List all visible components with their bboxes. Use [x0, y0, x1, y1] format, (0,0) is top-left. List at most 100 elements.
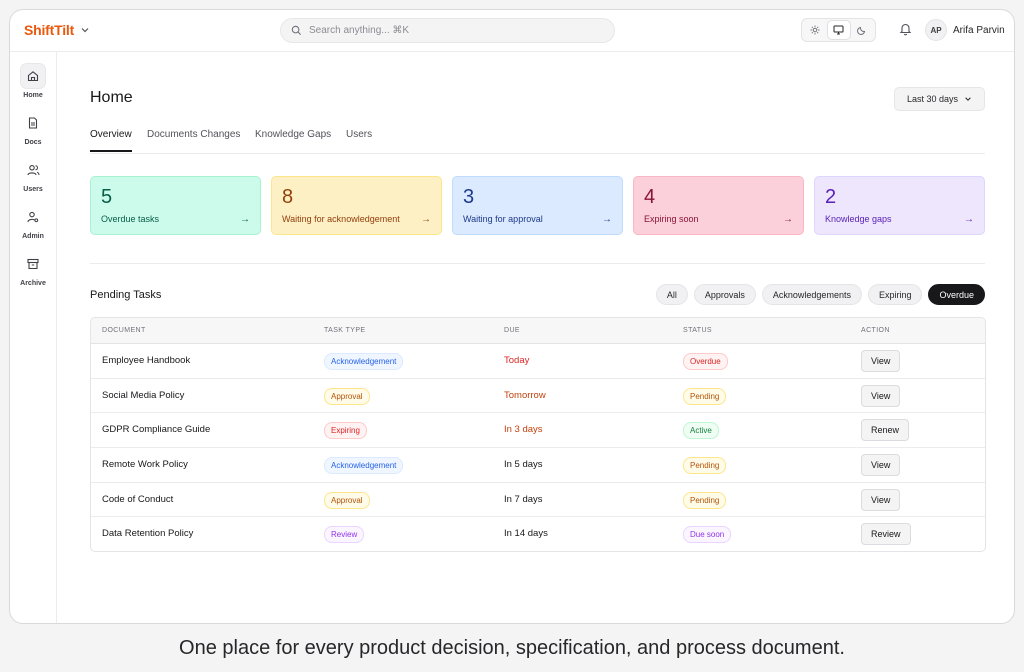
knowledge-gaps-card[interactable]: 2 Knowledge gaps →: [814, 176, 985, 235]
status-badge: Overdue: [683, 353, 728, 370]
row-action-button[interactable]: View: [861, 488, 901, 511]
notifications-button[interactable]: [899, 22, 912, 41]
sidebar-item-label: Admin: [22, 233, 44, 240]
task-filters: All Approvals Acknowledgements Expiring …: [655, 284, 985, 305]
document-name[interactable]: Social Media Policy: [102, 390, 184, 401]
row-action-button[interactable]: View: [861, 384, 901, 407]
row-action-button[interactable]: Review: [861, 523, 911, 546]
row-action-button[interactable]: View: [861, 350, 901, 372]
tab-documents-changes[interactable]: Documents Changes: [147, 129, 240, 150]
document-icon: [28, 117, 38, 129]
card-count: 8: [282, 186, 294, 208]
document-name[interactable]: Remote Work Policy: [102, 459, 188, 470]
sidebar-item-admin[interactable]: Admin: [10, 205, 56, 240]
approval-card[interactable]: 3 Waiting for approval →: [452, 176, 623, 235]
table-body: Employee Handbook Acknowledgement Today Ove…: [91, 344, 985, 551]
tab-users[interactable]: Users: [346, 129, 372, 150]
status-badge: Pending: [683, 491, 727, 509]
search-bar[interactable]: [280, 18, 615, 43]
arrow-right-icon: →: [421, 214, 431, 225]
sidebar-item-label: Users: [23, 186, 43, 193]
page-title: Home: [90, 89, 133, 106]
filter-all[interactable]: All: [655, 284, 688, 305]
sidebar-item-label: Home: [23, 92, 43, 99]
filter-acknowledgements[interactable]: Acknowledgements: [761, 284, 862, 305]
due-date: In 3 days: [504, 424, 543, 436]
sidebar-item-label: Archive: [20, 280, 46, 287]
chevron-down-icon: [965, 97, 971, 101]
sidebar-item-users[interactable]: Users: [10, 158, 56, 193]
card-label: Overdue tasks: [101, 214, 160, 224]
card-count: 3: [463, 186, 475, 208]
table-row: Employee Handbook Acknowledgement Today Ove…: [91, 344, 985, 379]
card-label: Expiring soon: [644, 214, 699, 224]
due-date: In 5 days: [504, 459, 543, 471]
task-type-badge: Review: [324, 526, 365, 544]
tab-overview[interactable]: Overview: [90, 129, 132, 152]
row-action-button[interactable]: View: [861, 454, 901, 477]
app-window: ShiftTilt AP Arifa Parvin: [9, 9, 1015, 624]
date-range-button[interactable]: Last 30 days: [894, 87, 985, 111]
table-row: Data Retention Policy Review In 14 days Due…: [91, 517, 985, 551]
acknowledgement-card[interactable]: 8 Waiting for acknowledgement →: [271, 176, 442, 235]
search-input[interactable]: [309, 25, 589, 36]
due-date: Today: [504, 355, 530, 366]
task-type-badge: Acknowledgement: [324, 457, 404, 475]
theme-toggle: [801, 18, 876, 42]
sidebar-item-docs[interactable]: Docs: [10, 111, 56, 146]
arrow-right-icon: →: [240, 214, 250, 225]
filter-approvals[interactable]: Approvals: [693, 284, 756, 305]
light-theme-button[interactable]: [804, 21, 826, 39]
bell-icon: [899, 23, 912, 36]
divider: [90, 263, 985, 264]
arrow-right-icon: →: [783, 214, 793, 225]
document-name[interactable]: Employee Handbook: [102, 355, 190, 366]
task-type-badge: Expiring: [324, 422, 367, 440]
workspace-switcher[interactable]: ShiftTilt: [24, 22, 90, 38]
tab-knowledge-gaps[interactable]: Knowledge Gaps: [255, 129, 331, 150]
expiring-card[interactable]: 4 Expiring soon →: [633, 176, 804, 235]
task-type-badge: Approval: [324, 387, 370, 405]
card-count: 2: [825, 186, 837, 208]
due-date: In 14 days: [504, 528, 548, 540]
arrow-right-icon: →: [602, 214, 612, 225]
row-action-button[interactable]: Renew: [861, 419, 910, 442]
card-label: Knowledge gaps: [825, 214, 892, 224]
filter-expiring[interactable]: Expiring: [867, 284, 923, 305]
sidebar-item-archive[interactable]: Archive: [10, 252, 56, 287]
archive-icon: [27, 258, 39, 270]
tab-bar: Overview Documents Changes Knowledge Gap…: [90, 120, 985, 154]
status-badge: Due soon: [683, 526, 732, 544]
task-type-badge: Acknowledgement: [324, 353, 404, 370]
overdue-card[interactable]: 5 Overdue tasks →: [90, 176, 261, 235]
status-badge: Pending: [683, 387, 727, 405]
document-name[interactable]: GDPR Compliance Guide: [102, 424, 210, 435]
dark-theme-button[interactable]: [851, 21, 873, 39]
document-name[interactable]: Code of Conduct: [102, 494, 173, 505]
status-badge: Pending: [683, 457, 727, 475]
main-content: Home Last 30 days Overview Documents Cha…: [57, 52, 1014, 623]
sidebar-item-label: Docs: [24, 139, 42, 146]
user-menu[interactable]: AP Arifa Parvin: [925, 19, 1005, 41]
filter-overdue[interactable]: Overdue: [928, 284, 985, 305]
table-row: GDPR Compliance Guide Expiring In 3 days Ac…: [91, 413, 985, 449]
marketing-caption: One place for every product decision, sp…: [179, 637, 845, 659]
task-type-badge: Approval: [324, 491, 370, 509]
document-name[interactable]: Data Retention Policy: [102, 528, 193, 539]
user-cog-icon: [27, 211, 39, 223]
search-icon: [291, 25, 302, 36]
users-icon: [26, 165, 39, 176]
column-header-task-type: Task type: [324, 327, 366, 334]
arrow-right-icon: →: [964, 214, 974, 225]
due-date: In 7 days: [504, 493, 543, 505]
avatar: AP: [925, 19, 947, 41]
sun-icon: [810, 25, 820, 35]
sidebar-item-home[interactable]: Home: [10, 64, 56, 99]
summary-cards: 5 Overdue tasks → 8 Waiting for acknowle…: [90, 176, 986, 235]
table-row: Remote Work Policy Acknowledgement In 5 da…: [91, 448, 985, 483]
card-label: Waiting for approval: [463, 214, 543, 224]
column-header-due: Due: [504, 327, 520, 334]
pending-tasks-table: Document Task type Due Status Action Emp…: [90, 317, 986, 552]
status-badge: Active: [683, 422, 719, 440]
system-theme-button[interactable]: [827, 21, 850, 39]
